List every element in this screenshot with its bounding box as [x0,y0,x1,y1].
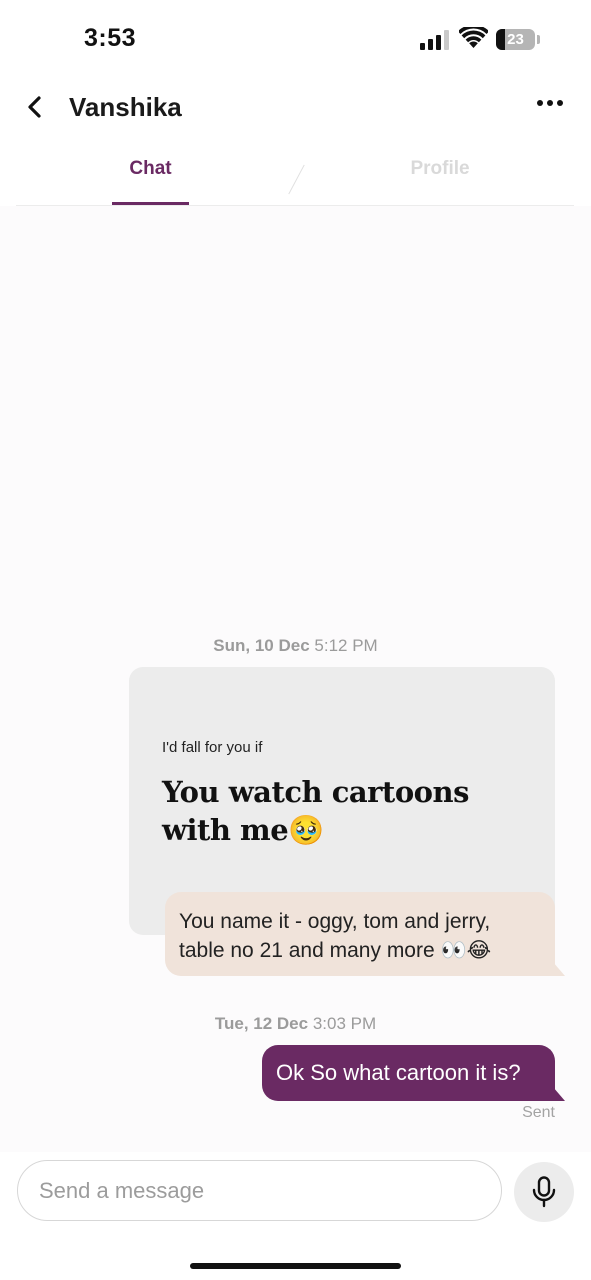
home-indicator [190,1263,401,1269]
timestamp-day: Tue, 12 Dec [214,1014,309,1033]
tab-profile[interactable]: Profile [395,158,485,180]
tab-chat[interactable]: Chat [112,158,189,180]
prompt-answer: You watch cartoons with me🥹 [162,775,469,847]
wifi-icon [459,27,488,48]
chat-header: Vanshika Chat Profile [0,80,591,206]
sent-message-bubble[interactable]: Ok So what cartoon it is? [262,1045,555,1101]
message-input[interactable] [17,1160,502,1221]
timestamp-day: Sun, 10 Dec [213,636,310,655]
microphone-icon [532,1176,556,1208]
signal-icon [420,30,449,50]
battery-level: 23 [507,31,524,48]
timestamp-time: 5:12 PM [314,636,378,655]
message-list[interactable]: Sun, 10 Dec 5:12 PM I'd fall for you if … [0,206,591,1152]
date-separator: Tue, 12 Dec 3:03 PM [0,1014,591,1034]
delivery-status: Sent [522,1104,555,1121]
prompt-reply-bubble[interactable]: You name it - oggy, tom and jerry, table… [165,892,555,976]
message-composer [0,1152,591,1280]
date-separator: Sun, 10 Dec 5:12 PM [0,636,591,656]
prompt-question: I'd fall for you if [162,739,263,756]
status-bar: 3:53 23 [0,0,591,80]
tab-divider [288,164,305,195]
status-time: 3:53 [84,24,137,52]
more-options-icon[interactable] [536,98,564,108]
back-arrow-icon[interactable] [22,94,48,120]
microphone-button[interactable] [514,1162,574,1222]
contact-name: Vanshika [69,92,182,122]
battery-icon: 23 [496,29,535,50]
timestamp-time: 3:03 PM [312,1014,377,1033]
battery-tip [537,35,540,44]
